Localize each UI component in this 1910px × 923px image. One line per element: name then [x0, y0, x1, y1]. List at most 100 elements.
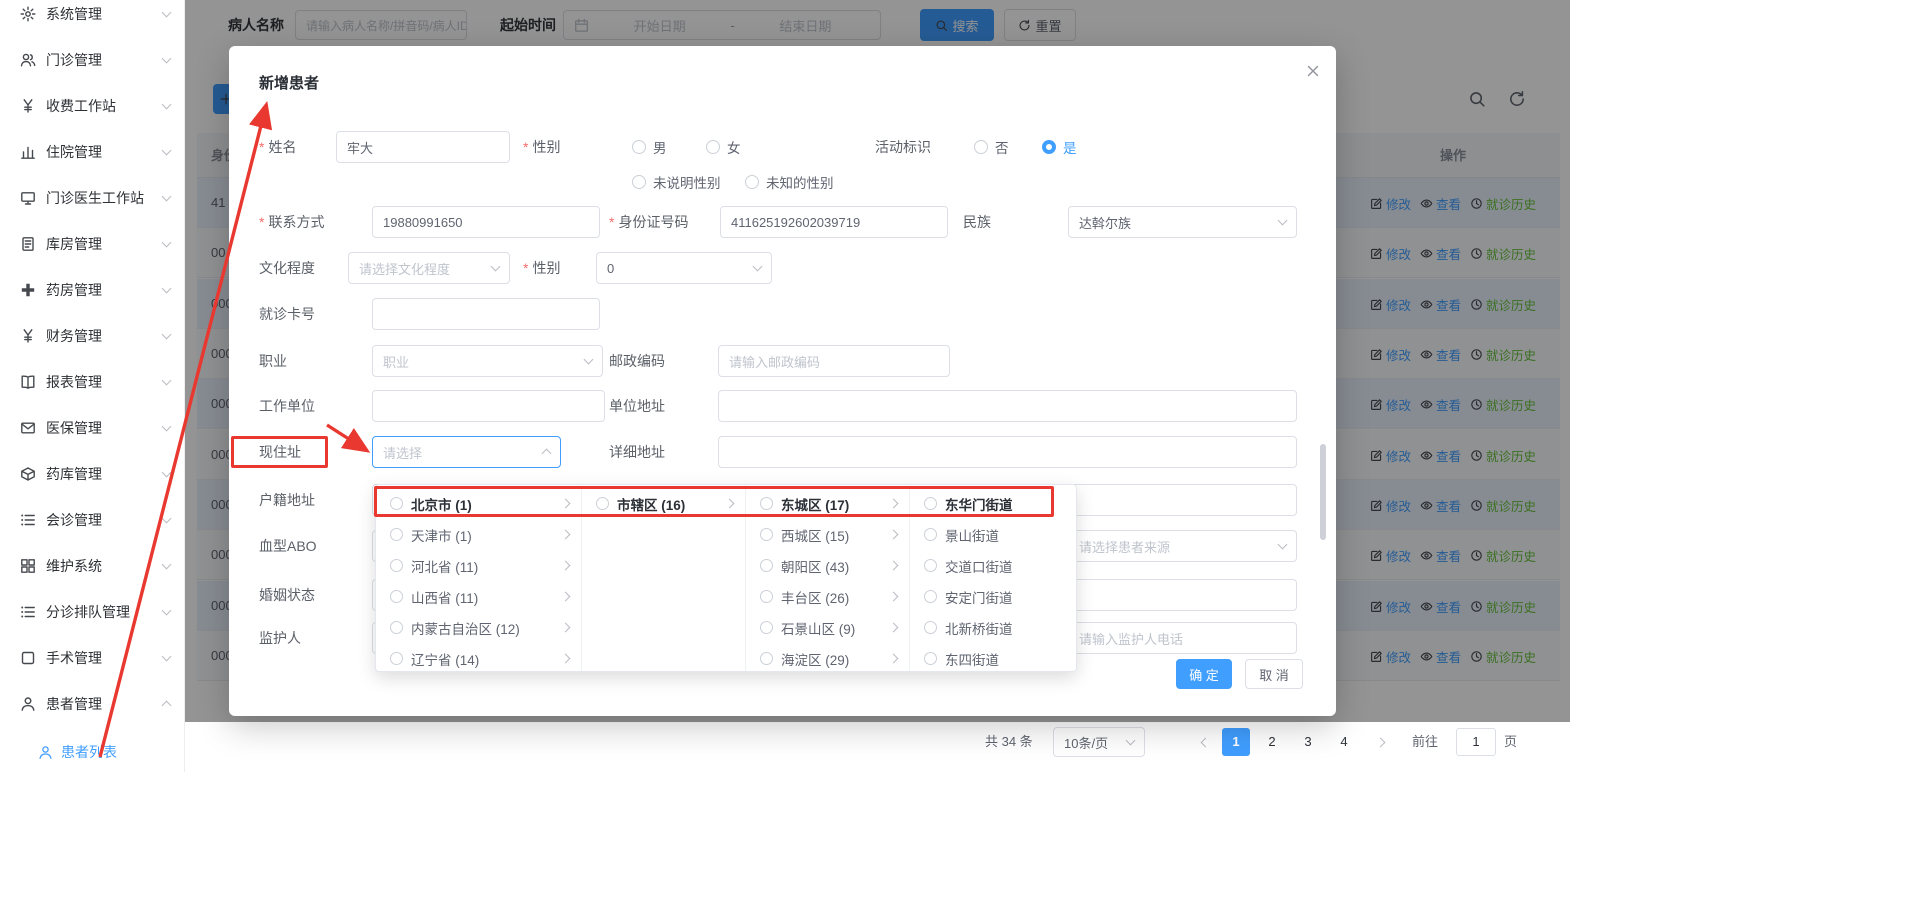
id-number-input[interactable]: 411625192602039719: [720, 206, 948, 238]
education-label: 文化程度: [259, 252, 315, 284]
radio-icon: [1042, 140, 1056, 154]
required-star: *: [609, 206, 614, 238]
cascader-option[interactable]: 市辖区 (16): [582, 488, 745, 519]
chevron-right-icon: [1375, 737, 1385, 747]
ethnicity-select[interactable]: 达斡尔族: [1068, 206, 1297, 238]
page-button-4[interactable]: 4: [1330, 728, 1358, 756]
cascader-option[interactable]: 海淀区 (29): [746, 643, 909, 671]
square-icon: [20, 650, 36, 666]
sidebar-item-12[interactable]: 维护系统: [0, 543, 184, 589]
cascader-option[interactable]: 内蒙古自治区 (12): [376, 612, 581, 643]
cascader-option[interactable]: 安定门街道: [910, 581, 1076, 612]
sidebar-item-0[interactable]: 系统管理: [0, 0, 184, 37]
report-icon: [20, 374, 36, 390]
patient-source-select[interactable]: 请选择患者来源: [1068, 530, 1297, 562]
cascader-option[interactable]: 东四街道: [910, 643, 1076, 671]
sidebar-item-9[interactable]: 医保管理: [0, 405, 184, 451]
cascader-option[interactable]: 丰台区 (26): [746, 581, 909, 612]
sidebar-item-4[interactable]: 门诊医生工作站: [0, 175, 184, 221]
cascader-option[interactable]: 石景山区 (9): [746, 612, 909, 643]
work-unit-input[interactable]: [372, 390, 605, 422]
page-button-3[interactable]: 3: [1294, 728, 1322, 756]
cascader-option[interactable]: 辽宁省 (14): [376, 643, 581, 671]
radio-icon: [632, 140, 646, 154]
gender-female-radio[interactable]: 女: [706, 131, 741, 163]
chevron-right-icon: [561, 623, 571, 633]
user-icon: [20, 696, 36, 712]
gender-select-select[interactable]: 0: [596, 252, 772, 284]
chevron-down-icon: [162, 8, 172, 18]
detail-address-input[interactable]: [718, 436, 1297, 468]
gender-unspecified-radio[interactable]: 未说明性别: [632, 166, 721, 198]
sidebar-item-2[interactable]: 收费工作站: [0, 83, 184, 129]
guardian-label: 监护人: [259, 622, 301, 654]
confirm-button[interactable]: 确 定: [1176, 659, 1232, 689]
chevron-down-icon: [162, 468, 172, 478]
name-input[interactable]: 牢大: [336, 131, 510, 163]
sidebar-item-3[interactable]: 住院管理: [0, 129, 184, 175]
sidebar-item-1[interactable]: 门诊管理: [0, 37, 184, 83]
postal-code-input[interactable]: 请输入邮政编码: [718, 345, 950, 377]
chevron-right-icon: [561, 530, 571, 540]
contact-input[interactable]: 19880991650: [372, 206, 600, 238]
unit-address-input[interactable]: [718, 390, 1297, 422]
detail-address-label: 详细地址: [609, 436, 665, 468]
chevron-down-icon: [162, 192, 172, 202]
cascader-option[interactable]: 北京市 (1): [376, 488, 581, 519]
box-icon: [20, 466, 36, 482]
medical-cross-icon: [20, 282, 36, 298]
page-button-2[interactable]: 2: [1258, 728, 1286, 756]
sidebar-item-13[interactable]: 分诊排队管理: [0, 589, 184, 635]
goto-page-input[interactable]: 1: [1456, 728, 1496, 756]
cascader-option[interactable]: 景山街道: [910, 519, 1076, 550]
sidebar-item-14[interactable]: 手术管理: [0, 635, 184, 681]
sidebar-item-15[interactable]: 患者管理: [0, 681, 184, 727]
cascader-option[interactable]: 朝阳区 (43): [746, 550, 909, 581]
chevron-down-icon: [1126, 736, 1136, 746]
card-no-label: 就诊卡号: [259, 298, 315, 330]
sidebar-item-10[interactable]: 药库管理: [0, 451, 184, 497]
cascader-option[interactable]: 河北省 (11): [376, 550, 581, 581]
sidebar: 系统管理门诊管理收费工作站住院管理门诊医生工作站库房管理药房管理财务管理报表管理…: [0, 0, 185, 772]
close-icon[interactable]: [1305, 63, 1321, 79]
cascader-option[interactable]: 北新桥街道: [910, 612, 1076, 643]
chevron-right-icon: [889, 654, 899, 664]
active-yes-radio[interactable]: 是: [1042, 131, 1077, 163]
cascader-column-3: 东城区 (17)西城区 (15)朝阳区 (43)丰台区 (26)石景山区 (9)…: [746, 485, 910, 671]
occupation-select[interactable]: 职业: [372, 345, 603, 377]
cascader-option[interactable]: 天津市 (1): [376, 519, 581, 550]
dialog-scrollbar[interactable]: [1320, 444, 1326, 540]
chevron-down-icon: [162, 652, 172, 662]
page-button-1[interactable]: 1: [1222, 728, 1250, 756]
chevron-down-icon: [162, 146, 172, 156]
sidebar-item-7[interactable]: 财务管理: [0, 313, 184, 359]
sidebar-item-5[interactable]: 库房管理: [0, 221, 184, 267]
cascader-option[interactable]: 西城区 (15): [746, 519, 909, 550]
cascader-option[interactable]: 东城区 (17): [746, 488, 909, 519]
page-unit-label: 页: [1504, 727, 1517, 757]
sidebar-item-11[interactable]: 会诊管理: [0, 497, 184, 543]
gender-male-radio[interactable]: 男: [632, 131, 667, 163]
active-no-radio[interactable]: 否: [974, 131, 1009, 163]
list-icon: [20, 604, 36, 620]
card-no-input[interactable]: [372, 298, 600, 330]
cancel-button[interactable]: 取 消: [1245, 659, 1303, 689]
gender-unknown-radio[interactable]: 未知的性别: [745, 166, 834, 198]
chevron-right-icon: [889, 561, 899, 571]
next-page-button[interactable]: [1368, 728, 1392, 756]
current-address-select[interactable]: 请选择: [372, 436, 561, 468]
education-select[interactable]: 请选择文化程度: [348, 252, 510, 284]
guardian-phone-input[interactable]: 请输入监护人电话: [1068, 622, 1297, 654]
prev-page-button[interactable]: [1193, 728, 1217, 756]
page-size-select[interactable]: 10条/页: [1053, 727, 1145, 757]
cascader-option[interactable]: 山西省 (11): [376, 581, 581, 612]
unit-address-label: 单位地址: [609, 390, 665, 422]
sidebar-item-8[interactable]: 报表管理: [0, 359, 184, 405]
cascader-column-4: 东华门街道景山街道交道口街道安定门街道北新桥街道东四街道: [910, 485, 1076, 671]
cascader-option[interactable]: 交道口街道: [910, 550, 1076, 581]
chevron-down-icon: [162, 560, 172, 570]
sidebar-item-6[interactable]: 药房管理: [0, 267, 184, 313]
sidebar-item-patient-list[interactable]: 患者列表: [0, 732, 185, 772]
gender-select-label: *性别: [523, 252, 560, 284]
cascader-option[interactable]: 东华门街道: [910, 488, 1076, 519]
